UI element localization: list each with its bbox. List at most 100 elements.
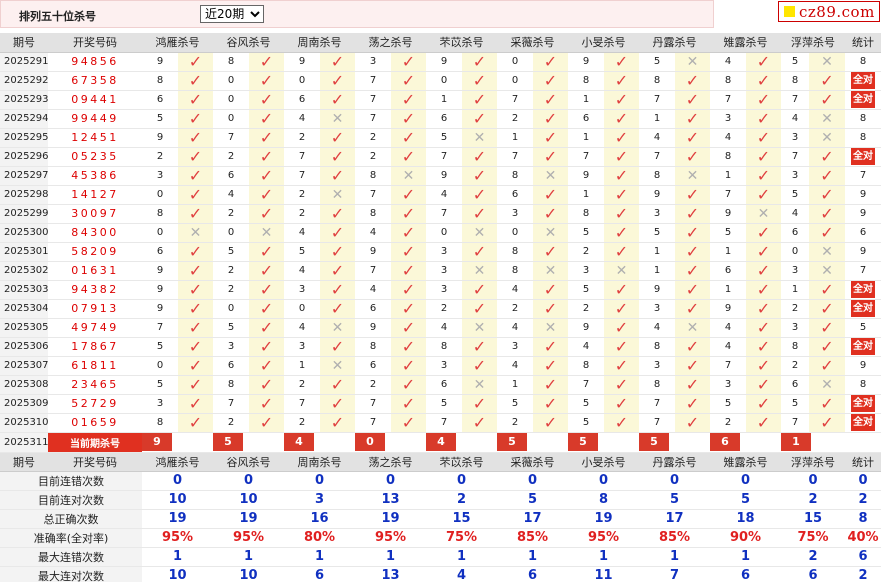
period-cell: 2025309 <box>0 394 48 414</box>
kill-number-cell: 9 <box>568 166 604 186</box>
result-mark-cell: ✓ <box>462 394 497 414</box>
draw-number-cell: 45386 <box>48 166 142 186</box>
kill-number-cell: 8 <box>497 242 533 262</box>
kill-number-cell: 7 <box>284 166 320 186</box>
stat-row: 最大连对次数 10 10 6 13 4 6 11 7 6 6 2 <box>0 566 881 582</box>
kill-number-cell: 2 <box>781 299 809 319</box>
result-mark-cell: ✓ <box>604 147 639 167</box>
check-icon: ✓ <box>259 318 274 337</box>
check-icon: ✓ <box>188 261 203 280</box>
result-mark-cell: ✕ <box>809 52 845 72</box>
result-mark-cell: ✓ <box>604 394 639 414</box>
kill-number-cell: 7 <box>568 375 604 395</box>
kill-number-cell: 2 <box>213 413 249 433</box>
table-row: 2025296 05235 2 ✓ 2 ✓ 7 ✓ 2 ✓ 7 ✓ 7 ✓ 7 ✓ 7 ✓ 8 ✓ 7 ✓ 全对 <box>0 147 881 167</box>
result-mark-cell: ✓ <box>675 71 710 91</box>
table-row: 2025298 14127 0 ✓ 4 ✓ 2 ✕ 7 ✓ 4 ✓ 6 ✓ 1 ✓ 9 ✓ 7 ✓ 5 ✓ 9 <box>0 185 881 205</box>
check-icon: ✓ <box>188 318 203 337</box>
cross-icon: ✕ <box>686 319 699 336</box>
kill-number-cell: 4 <box>355 223 391 243</box>
result-mark-cell: ✓ <box>533 413 568 433</box>
current-pick-cell: 5 <box>497 432 568 453</box>
check-icon: ✓ <box>330 223 345 242</box>
check-icon: ✓ <box>188 299 203 318</box>
cross-icon: ✕ <box>821 376 833 393</box>
result-mark-cell: ✓ <box>391 147 426 167</box>
check-icon: ✓ <box>756 166 771 185</box>
stat-value: 95% <box>568 528 639 548</box>
kill-number-cell: 2 <box>284 128 320 148</box>
kill-number-cell: 5 <box>142 375 178 395</box>
check-icon: ✓ <box>543 204 558 223</box>
check-icon: ✓ <box>330 299 345 318</box>
check-icon: ✓ <box>188 356 203 375</box>
check-icon: ✓ <box>543 147 558 166</box>
result-mark-cell: ✓ <box>462 166 497 186</box>
kill-number-cell: 1 <box>568 90 604 110</box>
kill-number-cell: 8 <box>355 337 391 357</box>
kill-number-cell: 7 <box>781 413 809 433</box>
column-header: 小旻杀号 <box>568 33 639 53</box>
cross-icon: ✕ <box>402 167 415 184</box>
stat-label: 最大连错次数 <box>0 547 142 567</box>
kill-number-cell: 8 <box>639 166 675 186</box>
result-mark-cell: ✓ <box>249 394 284 414</box>
cross-icon: ✕ <box>473 224 486 241</box>
table-row: 2025304 07913 9 ✓ 0 ✓ 0 ✓ 6 ✓ 2 ✓ 2 ✓ 2 ✓ 3 ✓ 9 ✓ 2 ✓ 全对 <box>0 299 881 319</box>
result-mark-cell: ✓ <box>604 242 639 262</box>
stat-value: 0 <box>142 471 213 491</box>
result-mark-cell: ✓ <box>320 147 355 167</box>
draw-number-cell: 52729 <box>48 394 142 414</box>
all-correct-badge: 全对 <box>851 91 875 108</box>
result-mark-cell: ✓ <box>746 242 781 262</box>
result-mark-cell: ✕ <box>320 109 355 129</box>
kill-number-cell: 1 <box>710 242 746 262</box>
result-mark-cell: ✓ <box>249 147 284 167</box>
kill-number-cell: 4 <box>710 318 746 338</box>
check-icon: ✓ <box>188 242 203 261</box>
check-icon: ✓ <box>188 375 203 394</box>
stat-value: 0 <box>781 471 845 491</box>
table-row: 2025303 94382 9 ✓ 2 ✓ 3 ✓ 4 ✓ 3 ✓ 4 ✓ 5 ✓ 9 ✓ 1 ✓ 1 ✓ 全对 <box>0 280 881 300</box>
stat-value: 8 <box>568 490 639 510</box>
tally-cell: 全对 <box>845 299 881 319</box>
check-icon: ✓ <box>614 242 629 261</box>
result-mark-cell: ✓ <box>178 280 213 300</box>
result-mark-cell: ✓ <box>320 204 355 224</box>
stat-value: 7 <box>639 566 710 582</box>
kill-number-cell: 3 <box>426 242 462 262</box>
result-mark-cell: ✓ <box>746 318 781 338</box>
tally-cell: 6 <box>845 223 881 243</box>
kill-number-cell: 6 <box>568 109 604 129</box>
kill-number-cell: 1 <box>710 280 746 300</box>
check-icon: ✓ <box>401 375 416 394</box>
result-mark-cell: ✓ <box>178 394 213 414</box>
result-mark-cell: ✕ <box>809 109 845 129</box>
kill-number-cell: 7 <box>710 90 746 110</box>
cross-icon: ✕ <box>615 262 628 279</box>
kill-number-cell: 7 <box>426 147 462 167</box>
column-header: 雉露杀号 <box>710 452 781 472</box>
kill-number-cell: 6 <box>355 356 391 376</box>
kill-number-cell: 6 <box>355 299 391 319</box>
check-icon: ✓ <box>472 166 487 185</box>
result-mark-cell: ✓ <box>533 337 568 357</box>
current-pick-cell: 9 <box>142 432 213 453</box>
result-mark-cell: ✕ <box>320 356 355 376</box>
range-select[interactable]: 近20期 <box>200 5 264 23</box>
check-icon: ✓ <box>820 166 834 185</box>
kill-number-cell: 4 <box>710 337 746 357</box>
result-mark-cell: ✓ <box>391 71 426 91</box>
stat-value: 19 <box>355 509 426 529</box>
result-mark-cell: ✓ <box>391 128 426 148</box>
check-icon: ✓ <box>188 147 203 166</box>
kill-number-cell: 3 <box>781 166 809 186</box>
cross-icon: ✕ <box>544 167 557 184</box>
site-logo[interactable]: cz89.com <box>778 1 880 22</box>
kill-number-cell: 6 <box>426 375 462 395</box>
result-mark-cell: ✕ <box>462 128 497 148</box>
result-mark-cell: ✓ <box>533 299 568 319</box>
result-mark-cell: ✓ <box>178 90 213 110</box>
result-mark-cell: ✓ <box>604 52 639 72</box>
result-mark-cell: ✓ <box>675 394 710 414</box>
